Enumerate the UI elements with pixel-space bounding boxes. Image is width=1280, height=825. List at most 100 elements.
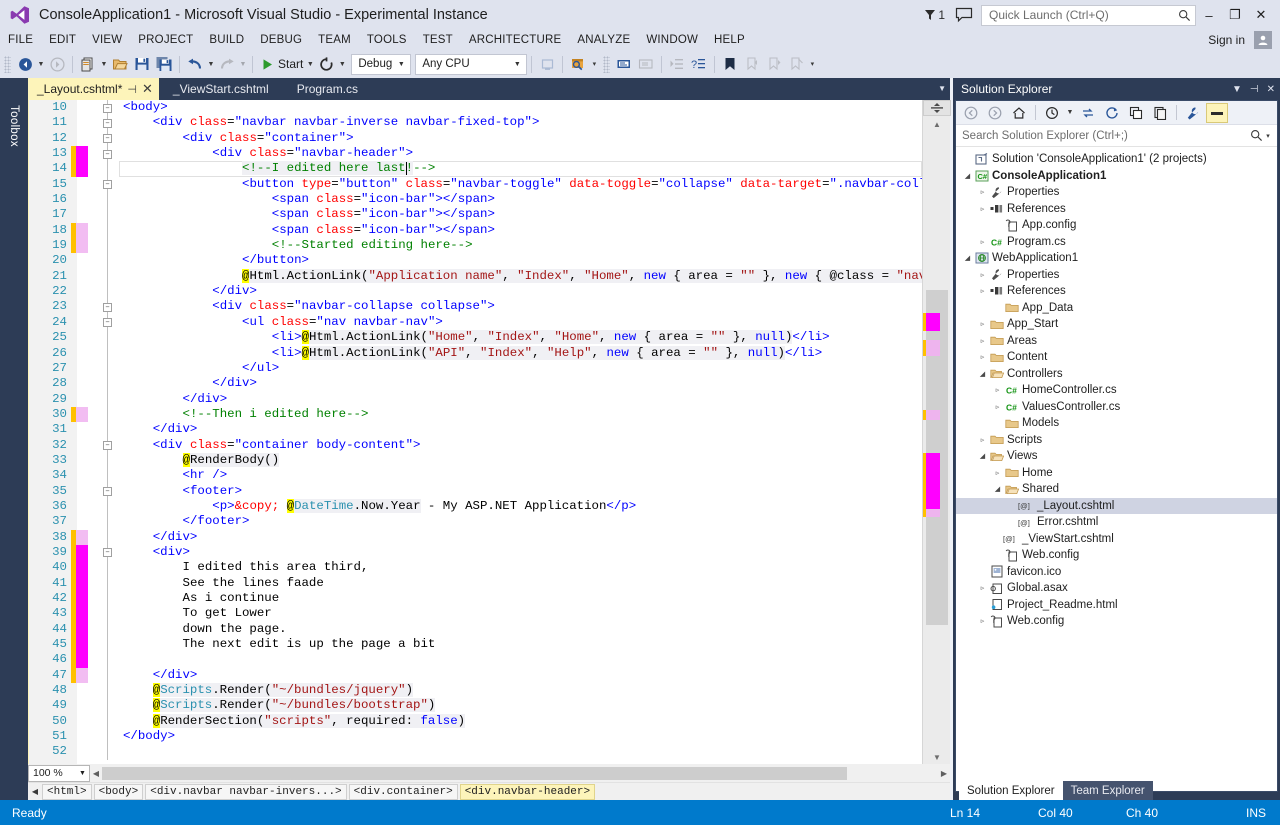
code-line[interactable]: 31 </div>: [29, 422, 924, 438]
expander-icon[interactable]: ▹: [977, 584, 988, 592]
previous-bookmark-icon[interactable]: [741, 53, 763, 75]
tree-node[interactable]: [@] Error.cshtml: [956, 514, 1277, 531]
collapse-all-icon[interactable]: [1125, 103, 1147, 123]
show-all-files-icon[interactable]: [1149, 103, 1171, 123]
next-bookmark-icon[interactable]: [763, 53, 785, 75]
tree-node[interactable]: ▹ Areas: [956, 333, 1277, 350]
code-line[interactable]: 18 <span class="icon-bar"></span>: [29, 222, 924, 239]
start-debug-button[interactable]: Start: [257, 57, 305, 71]
hscroll-thumb[interactable]: [102, 766, 847, 780]
code-line[interactable]: 13 – <div class="navbar-header">: [29, 146, 924, 162]
menu-analyze[interactable]: ANALYZE: [569, 32, 638, 48]
code-line[interactable]: 52: [29, 744, 924, 760]
editor-vertical-scrollbar[interactable]: ▲ ▼: [922, 100, 951, 764]
properties-icon[interactable]: [1182, 103, 1204, 123]
menu-view[interactable]: VIEW: [84, 32, 130, 48]
tree-node[interactable]: ▹ References: [956, 201, 1277, 218]
tree-node[interactable]: ◢ C# ConsoleApplication1: [956, 168, 1277, 185]
comment-selection-icon[interactable]: [613, 53, 635, 75]
expander-icon[interactable]: ▹: [992, 386, 1003, 394]
menu-build[interactable]: BUILD: [201, 32, 252, 48]
tree-node[interactable]: ▹ App_Start: [956, 316, 1277, 333]
open-file-icon[interactable]: [109, 53, 131, 75]
expander-icon[interactable]: ◢: [992, 485, 1003, 493]
find-dropdown-icon[interactable]: ▾: [589, 53, 599, 75]
expander-icon[interactable]: ◢: [962, 254, 973, 262]
fold-toggle-icon[interactable]: –: [103, 318, 112, 328]
code-line[interactable]: 36 <p>&copy; @DateTime.Now.Year - My ASP.…: [29, 498, 924, 515]
home-icon[interactable]: [1008, 103, 1030, 123]
expander-icon[interactable]: ◢: [977, 452, 988, 460]
code-line[interactable]: 28 </div>: [29, 376, 924, 392]
tree-node[interactable]: App.config: [956, 217, 1277, 234]
code-line[interactable]: 43 To get Lower: [29, 606, 924, 622]
code-line[interactable]: 17 <span class="icon-bar"></span>: [29, 207, 924, 223]
pin-icon-se[interactable]: ⊣: [1250, 84, 1259, 95]
scroll-down-arrow-icon[interactable]: ▼: [923, 750, 951, 764]
code-line[interactable]: 10 – <body>: [29, 100, 924, 116]
expander-icon[interactable]: ◢: [977, 370, 988, 378]
breadcrumb-item-body[interactable]: <body>: [93, 783, 144, 800]
tree-node[interactable]: ▹ Global.asax: [956, 580, 1277, 597]
code-line[interactable]: 29 </div>: [29, 391, 924, 407]
new-project-dropdown-icon[interactable]: ▼: [99, 53, 109, 75]
fold-toggle-icon[interactable]: –: [103, 487, 112, 497]
preview-selected-items-icon[interactable]: [1206, 102, 1228, 123]
toolbar-grip-2[interactable]: [603, 55, 611, 73]
save-icon[interactable]: [131, 53, 153, 75]
code-line[interactable]: 39 – <div>: [29, 544, 924, 561]
attach-process-icon[interactable]: [536, 53, 558, 75]
expander-icon[interactable]: ▹: [977, 353, 988, 361]
tree-node-selected[interactable]: [@] _Layout.cshtml: [956, 497, 1277, 514]
fold-toggle-icon[interactable]: –: [103, 441, 112, 451]
back-icon[interactable]: [960, 103, 982, 123]
code-line[interactable]: 14 <!--I edited here last!-->: [29, 161, 924, 177]
code-line[interactable]: 51 </body>: [29, 729, 924, 745]
refresh-icon[interactable]: [1101, 103, 1123, 123]
menu-tools[interactable]: TOOLS: [359, 32, 415, 48]
horizontal-scrollbar[interactable]: ◀ ▶: [90, 765, 950, 781]
code-line[interactable]: 46: [29, 652, 924, 668]
expander-icon[interactable]: ▹: [977, 337, 988, 345]
tree-node[interactable]: ▹ Scripts: [956, 432, 1277, 449]
fold-toggle-icon[interactable]: –: [103, 149, 112, 159]
find-in-files-icon[interactable]: [567, 53, 589, 75]
code-line[interactable]: 32 – <div class="container body-content">: [29, 437, 924, 453]
tree-node[interactable]: Solution 'ConsoleApplication1' (2 projec…: [956, 151, 1277, 168]
toolbar-grip[interactable]: [4, 55, 11, 73]
tab-viewstart-cshtml[interactable]: _ViewStart.cshtml: [159, 78, 283, 100]
fold-toggle-icon[interactable]: –: [103, 118, 112, 128]
code-line[interactable]: 48 @Scripts.Render("~/bundles/jquery"): [29, 683, 924, 699]
sync-with-active-document-icon[interactable]: [1077, 103, 1099, 123]
undo-dropdown-icon[interactable]: ▼: [206, 53, 216, 75]
expander-icon[interactable]: ◢: [962, 172, 973, 180]
tree-node[interactable]: ▹ Content: [956, 349, 1277, 366]
quick-launch-input[interactable]: Quick Launch (Ctrl+Q): [981, 4, 1196, 26]
tab-solution-explorer[interactable]: Solution Explorer: [959, 781, 1063, 800]
split-view-handle[interactable]: [923, 100, 951, 116]
menu-file[interactable]: FILE: [0, 32, 41, 48]
code-line[interactable]: 50 @RenderSection("scripts", required: fa…: [29, 713, 924, 730]
sign-in-link[interactable]: Sign in: [1208, 33, 1245, 47]
menu-architecture[interactable]: ARCHITECTURE: [461, 32, 570, 48]
scroll-left-arrow-icon[interactable]: ◀: [90, 769, 102, 778]
breadcrumb-item-html[interactable]: <html>: [42, 783, 92, 800]
fold-toggle-icon[interactable]: –: [103, 134, 112, 144]
tree-node[interactable]: ▹ Home: [956, 465, 1277, 482]
expander-icon[interactable]: ▹: [977, 436, 988, 444]
se-search-dropdown-icon[interactable]: ▾: [1263, 125, 1273, 147]
solution-explorer-tree[interactable]: Solution 'ConsoleApplication1' (2 projec…: [956, 147, 1277, 630]
solution-configuration-select[interactable]: Debug ▼: [351, 53, 412, 75]
code-text-area[interactable]: 10– <body> 11– <div class="navbar navbar-in…: [29, 100, 924, 764]
toggle-outlining-icon[interactable]: ?: [688, 53, 710, 75]
window-menu-icon[interactable]: ▼: [1232, 84, 1242, 95]
code-line[interactable]: 44 down the page.: [29, 621, 924, 638]
code-line[interactable]: 34 <hr />: [29, 468, 924, 484]
undo-icon[interactable]: [184, 53, 206, 75]
code-line[interactable]: 19 <!--Started editing here-->: [29, 238, 924, 254]
feedback-icon[interactable]: [955, 7, 973, 23]
expander-icon[interactable]: ▹: [977, 271, 988, 279]
menu-test[interactable]: TEST: [415, 32, 461, 48]
tree-node[interactable]: App_Data: [956, 300, 1277, 317]
code-line[interactable]: 16 <span class="icon-bar"></span>: [29, 192, 924, 208]
